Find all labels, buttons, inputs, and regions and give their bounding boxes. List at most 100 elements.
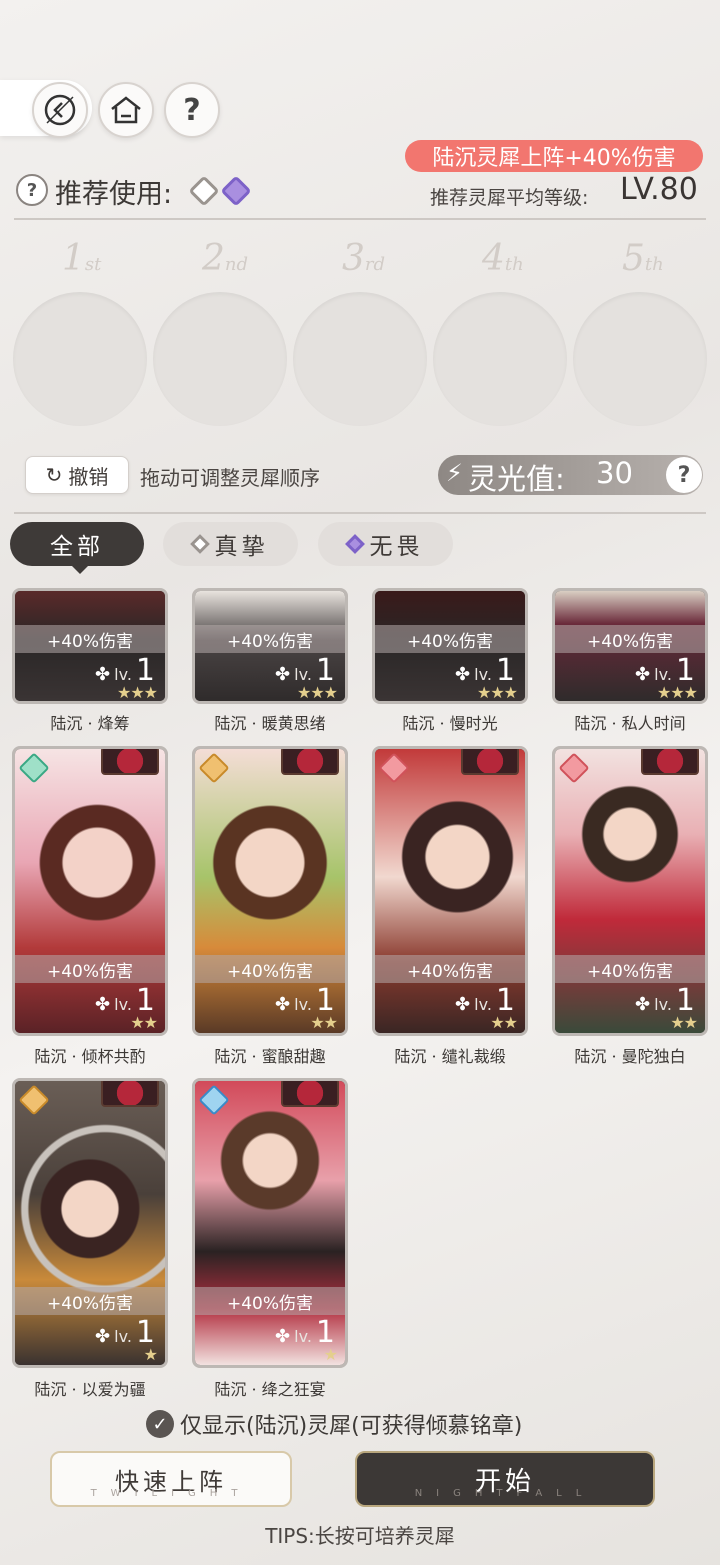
crown-icon [281,1081,339,1107]
card-1[interactable]: +40%伤害 ✤ lv. 1 ★★★ [12,588,168,704]
star-rating: ★★ [670,1013,698,1032]
only-show-label: 仅显示(陆沉)灵犀(可获得倾慕铭章) [180,1414,523,1439]
recommend-label: 推荐使用: [55,179,173,210]
damage-bonus: +40%伤害 [375,955,525,983]
recommend-help-button[interactable]: ? [16,174,48,206]
card-2[interactable]: +40%伤害 ✤ lv. 1 ★★★ [192,588,348,704]
quick-deploy-sub: TWILIGHT [90,1488,252,1499]
star-rating: ★★★ [476,683,518,702]
clover-icon: ✤ [635,994,651,1015]
crown-icon [281,749,339,775]
card-name: 陆沉 · 私人时间 [574,714,686,733]
tab-all[interactable]: 全部 [10,522,144,574]
card-7[interactable]: +40%伤害 ✤ lv. 1 ★★ [372,746,528,1036]
fearless-element-icon [344,534,365,554]
back-arrow-icon [44,94,76,126]
star-rating: ★★ [130,1013,158,1032]
clover-icon: ✤ [635,664,651,685]
tab-sincere[interactable]: 真挚 [163,522,298,566]
clover-icon: ✤ [275,1326,291,1347]
star-rating: ★★★ [296,683,338,702]
damage-bonus: +40%伤害 [555,625,705,653]
star-rating: ★★★ [116,683,158,702]
back-button[interactable] [32,82,88,138]
card-3[interactable]: +40%伤害 ✤ lv. 1 ★★★ [372,588,528,704]
star-rating: ★★ [490,1013,518,1032]
fearless-element-icon [220,175,252,207]
damage-bonus: +40%伤害 [195,955,345,983]
card-8[interactable]: +40%伤害 ✤ lv. 1 ★★ [552,746,708,1036]
card-name: 陆沉 · 以爱为疆 [34,1380,146,1399]
crown-icon [101,749,159,775]
sincere-element-icon [188,175,220,207]
damage-bonus: +40%伤害 [555,955,705,983]
tips-text: TIPS:长按可培养灵犀 [265,1524,455,1548]
clover-icon: ✤ [275,994,291,1015]
team-slot-5[interactable] [573,292,707,426]
home-icon [111,96,141,124]
tab-fearless[interactable]: 无畏 [318,522,453,566]
damage-bonus: +40%伤害 [15,1287,165,1315]
card-name: 陆沉 · 倾杯共酌 [34,1047,146,1066]
damage-bonus: +40%伤害 [195,1287,345,1315]
damage-bonus: +40%伤害 [195,625,345,653]
card-10[interactable]: +40%伤害 ✤ lv. 1 ★ [192,1078,348,1368]
crown-icon [101,1081,159,1107]
energy-help-button[interactable]: ? [666,457,702,493]
slot-rank-3: 3rd [342,238,386,279]
quick-deploy-button[interactable]: 快速上阵 TWILIGHT [50,1451,292,1507]
card-name: 陆沉 · 缱礼裁缎 [394,1047,506,1066]
star-rating: ★ [143,1345,158,1364]
card-6[interactable]: +40%伤害 ✤ lv. 1 ★★ [192,746,348,1036]
help-button[interactable]: ? [164,82,220,138]
card-name: 陆沉 · 蜜酿甜趣 [214,1047,326,1066]
card-9[interactable]: +40%伤害 ✤ lv. 1 ★ [12,1078,168,1368]
home-button[interactable] [98,82,154,138]
card-name: 陆沉 · 烽筹 [50,714,130,733]
card-name: 陆沉 · 暖黄思绪 [214,714,326,733]
card-name: 陆沉 · 慢时光 [402,714,498,733]
only-show-toggle[interactable]: ✓ 仅显示(陆沉)灵犀(可获得倾慕铭章) [146,1408,522,1440]
drag-hint: 拖动可调整灵犀顺序 [140,466,320,490]
crown-icon [461,749,519,775]
damage-bonus: +40%伤害 [375,625,525,653]
team-slot-2[interactable] [153,292,287,426]
energy-display: ⚡ 灵光值: 30 [438,455,703,496]
clover-icon: ✤ [95,1326,111,1347]
clover-icon: ✤ [455,994,471,1015]
divider [14,512,706,514]
damage-bonus: +40%伤害 [15,625,165,653]
star-rating: ★★★ [656,683,698,702]
crown-icon [641,749,699,775]
clover-icon: ✤ [275,664,291,685]
avg-level-label: 推荐灵犀平均等级: [430,187,589,209]
energy-value: 30 [596,456,633,490]
bonus-banner: 陆沉灵犀上阵+40%伤害 [405,140,703,172]
undo-button[interactable]: ↻ 撤销 [25,456,129,494]
avg-level-value: LV.80 [620,172,698,207]
energy-label: 灵光值: [468,462,565,496]
team-slot-4[interactable] [433,292,567,426]
clover-icon: ✤ [95,664,111,685]
slot-rank-1: 1st [62,238,102,279]
checkmark-icon: ✓ [146,1410,174,1438]
undo-label: 撤销 [68,464,109,489]
team-slot-3[interactable] [293,292,427,426]
sincere-element-icon [189,534,210,554]
damage-bonus: +40%伤害 [15,955,165,983]
slot-rank-5: 5th [622,238,664,279]
clover-icon: ✤ [95,994,111,1015]
star-rating: ★★ [310,1013,338,1032]
card-4[interactable]: +40%伤害 ✤ lv. 1 ★★★ [552,588,708,704]
slot-rank-4: 4th [482,238,524,279]
divider [14,218,706,220]
start-sub: NIGHTFALL [414,1488,596,1499]
help-icon: ? [183,92,201,128]
start-button[interactable]: 开始 NIGHTFALL [355,1451,655,1507]
star-rating: ★ [323,1345,338,1364]
undo-icon: ↻ [45,463,63,487]
slot-rank-2: 2nd [202,238,249,279]
team-slot-1[interactable] [13,292,147,426]
card-name: 陆沉 · 曼陀独白 [574,1047,686,1066]
card-5[interactable]: +40%伤害 ✤ lv. 1 ★★ [12,746,168,1036]
